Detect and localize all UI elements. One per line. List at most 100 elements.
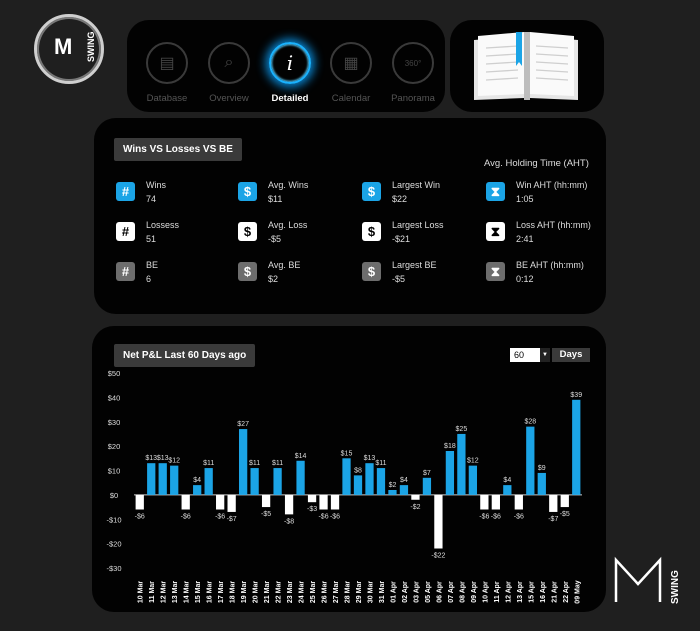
x-tick-label: 30 Mar <box>367 581 374 603</box>
bar-positive <box>399 485 409 495</box>
hash-icon: # <box>116 222 135 241</box>
stat-label: BE AHT (hh:mm) <box>516 260 584 270</box>
x-tick-label: 16 Mar <box>207 581 214 603</box>
data-label: $28 <box>524 419 536 426</box>
stat-avg-loss: $ Avg. Loss -$5 <box>238 220 358 250</box>
bar-negative <box>480 494 489 510</box>
bar-negative <box>411 494 420 500</box>
stat-lossess: # Lossess 51 <box>116 220 236 250</box>
dollar-icon: $ <box>238 262 257 281</box>
bar-positive <box>147 463 156 495</box>
bar-negative <box>491 494 500 510</box>
x-tick-label: 29 Mar <box>356 581 363 603</box>
x-tick-label: 03 Apr <box>413 581 420 603</box>
x-tick-label: 10 Apr <box>482 581 489 603</box>
data-label: $11 <box>203 460 214 467</box>
stat-label: Loss AHT (hh:mm) <box>516 220 591 230</box>
data-label: $2 <box>389 482 397 489</box>
x-tick-label: 09 May <box>574 580 581 603</box>
stat-label: Win AHT (hh:mm) <box>516 180 588 190</box>
data-label: $13 <box>145 455 157 462</box>
dollar-icon: $ <box>238 182 257 201</box>
bar-negative <box>549 494 558 512</box>
stat-value: 6 <box>146 274 152 284</box>
stat-label: Largest BE <box>392 260 437 270</box>
tab-label: Database <box>146 93 188 104</box>
bar-negative <box>261 494 271 508</box>
bar-positive <box>365 463 374 495</box>
y-tick-label: -$20 <box>106 540 121 549</box>
dollar-icon: $ <box>362 222 381 241</box>
data-label: -$6 <box>330 514 340 521</box>
x-tick-label: 15 Mar <box>195 581 202 603</box>
tab-calendar[interactable]: ▦ Calendar <box>321 42 381 104</box>
bar-positive <box>503 485 512 495</box>
x-tick-label: 02 Apr <box>402 581 409 603</box>
x-tick-label: 28 Mar <box>345 581 352 603</box>
stat-label: Avg. BE <box>268 260 301 270</box>
x-tick-label: 12 Apr <box>505 581 512 603</box>
x-tick-label: 18 Mar <box>230 581 237 603</box>
stat-label: Lossess <box>146 220 180 230</box>
bar-positive <box>273 468 282 495</box>
data-label: $18 <box>444 443 456 450</box>
stat-avg-wins: $ Avg. Wins $11 <box>238 180 358 210</box>
stat-value: -$5 <box>392 274 406 284</box>
x-tick-label: 26 Mar <box>322 581 329 603</box>
y-tick-label: $50 <box>108 369 121 378</box>
data-label: -$7 <box>548 516 558 523</box>
data-label: -$6 <box>491 514 501 521</box>
bar-positive <box>422 477 432 495</box>
data-label: $4 <box>400 477 408 484</box>
bar-negative <box>307 494 317 503</box>
tab-database[interactable]: ▤ Database <box>137 42 197 104</box>
x-tick-label: 09 Apr <box>471 581 478 603</box>
y-tick-label: -$30 <box>106 564 121 573</box>
y-tick-label: $0 <box>110 491 118 500</box>
bar-positive <box>376 468 386 495</box>
data-label: $25 <box>456 426 468 433</box>
bar-positive <box>572 399 581 495</box>
stat-win-aht-hh-mm: ⧗ Win AHT (hh:mm) 1:05 <box>486 180 606 210</box>
x-tick-label: 24 Mar <box>299 581 306 603</box>
data-label: -$8 <box>284 518 294 525</box>
bar-positive <box>388 490 397 495</box>
y-tick-label: $40 <box>108 393 121 402</box>
data-label: $9 <box>538 465 546 472</box>
database-icon: ▤ <box>146 42 188 84</box>
data-label: -$6 <box>215 514 225 521</box>
data-label: $4 <box>503 477 511 484</box>
data-label: $11 <box>272 460 283 467</box>
stat-be-aht-hh-mm: ⧗ BE AHT (hh:mm) 0:12 <box>486 260 606 290</box>
data-label: $11 <box>375 460 386 467</box>
data-label: -$6 <box>479 514 489 521</box>
bar-positive <box>250 468 259 495</box>
data-label: $12 <box>467 458 479 465</box>
y-tick-label: $10 <box>108 467 121 476</box>
x-tick-label: 13 Mar <box>172 581 179 603</box>
bar-positive <box>342 458 351 495</box>
stat-value: $2 <box>268 274 279 284</box>
stats-panel: Wins VS Losses VS BE Avg. Holding Time (… <box>94 118 606 314</box>
data-label: $13 <box>364 455 376 462</box>
bar-positive <box>445 451 455 495</box>
aht-title: Avg. Holding Time (AHT) <box>484 158 589 169</box>
data-label: -$6 <box>318 514 328 521</box>
bar-positive <box>537 472 546 495</box>
x-tick-label: 01 Apr <box>390 581 397 603</box>
x-tick-label: 15 Apr <box>528 581 535 603</box>
data-label: -$6 <box>135 514 145 521</box>
x-tick-label: 31 Mar <box>379 581 386 603</box>
tab-detailed[interactable]: i Detailed <box>260 42 320 104</box>
brand-logo: SWING <box>612 554 682 606</box>
y-tick-label: -$10 <box>106 515 121 524</box>
panorama-icon: 360° <box>392 42 434 84</box>
tab-panorama[interactable]: 360° Panorama <box>383 42 443 104</box>
stat-largest-be: $ Largest BE -$5 <box>362 260 482 290</box>
stat-largest-loss: $ Largest Loss -$21 <box>362 220 482 250</box>
bar-negative <box>514 494 523 510</box>
tab-overview[interactable]: ⌕ Overview <box>199 42 259 104</box>
bar-positive <box>193 485 202 495</box>
bar-negative <box>284 494 294 515</box>
bar-negative <box>181 494 190 510</box>
